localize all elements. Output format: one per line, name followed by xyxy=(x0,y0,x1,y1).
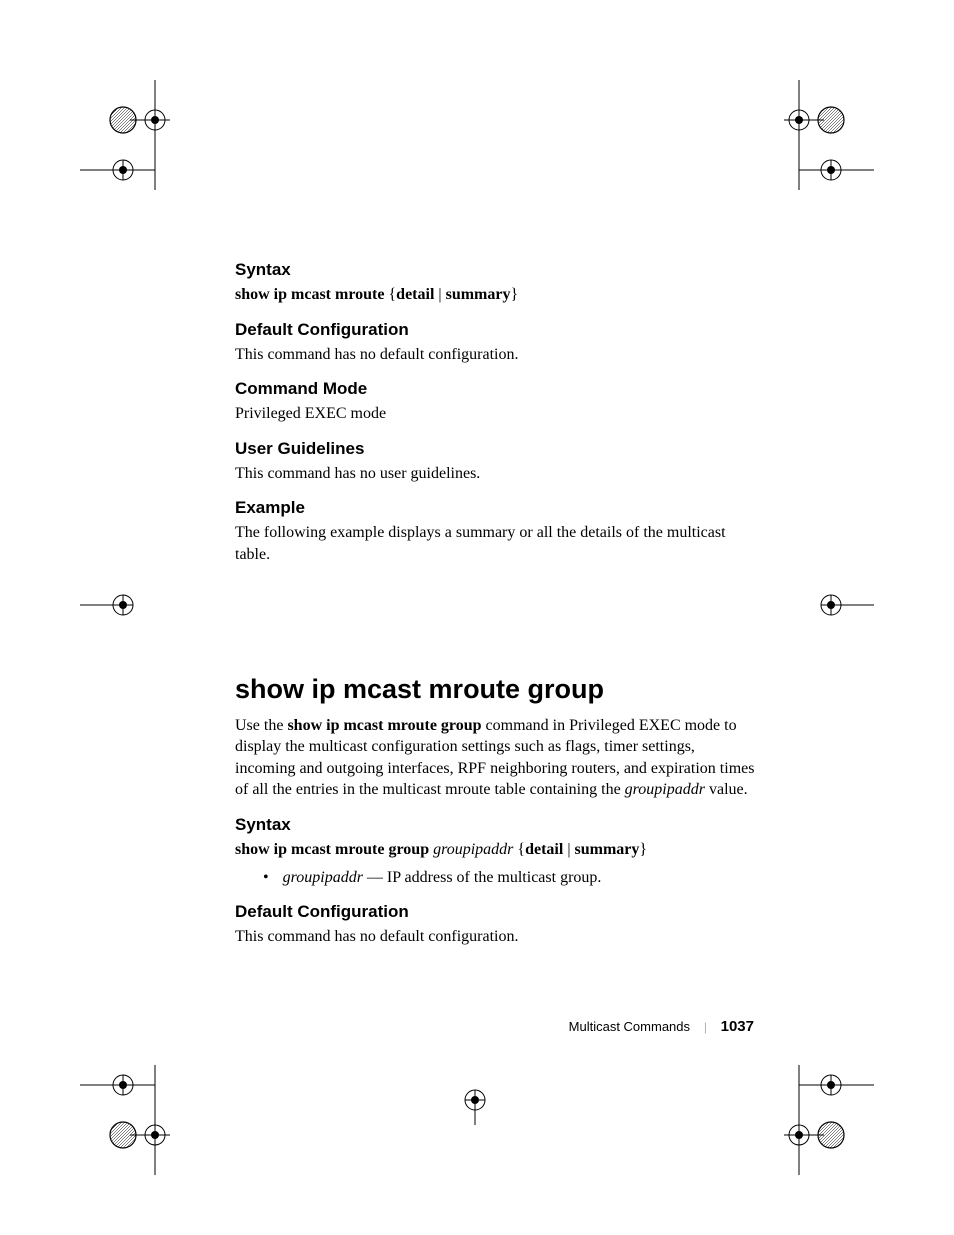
crop-mark-top-left xyxy=(80,80,170,190)
cmd-bold-1: show ip mcast mroute xyxy=(235,286,384,303)
example-text: The following example displays a summary… xyxy=(235,522,755,565)
syntax-command-1: show ip mcast mroute {detail | summary} xyxy=(235,284,755,306)
footer-separator: | xyxy=(704,1019,707,1035)
syntax-heading-1: Syntax xyxy=(235,260,755,280)
footer-section-title: Multicast Commands xyxy=(569,1019,690,1034)
default-config-text-1: This command has no default configuratio… xyxy=(235,344,755,366)
crop-mark-bottom-right xyxy=(784,1065,874,1175)
user-guidelines-heading: User Guidelines xyxy=(235,439,755,459)
page-footer: Multicast Commands | 1037 xyxy=(569,1018,754,1035)
bullet-icon: • xyxy=(263,867,269,889)
crop-mark-mid-left xyxy=(80,580,140,630)
syntax-heading-2: Syntax xyxy=(235,815,755,835)
user-guidelines-text: This command has no user guidelines. xyxy=(235,463,755,485)
command-title: show ip mcast mroute group xyxy=(235,674,755,705)
crop-mark-bottom-left xyxy=(80,1065,170,1175)
default-config-heading-2: Default Configuration xyxy=(235,902,755,922)
example-heading: Example xyxy=(235,498,755,518)
crop-mark-bottom-center xyxy=(445,1075,505,1125)
default-config-text-2: This command has no default configuratio… xyxy=(235,926,755,948)
syntax-bullet: • groupipaddr — IP address of the multic… xyxy=(263,867,755,889)
page-content: Syntax show ip mcast mroute {detail | su… xyxy=(235,260,755,952)
command-mode-text: Privileged EXEC mode xyxy=(235,403,755,425)
default-config-heading-1: Default Configuration xyxy=(235,320,755,340)
command-intro: Use the show ip mcast mroute group comma… xyxy=(235,715,755,801)
command-mode-heading: Command Mode xyxy=(235,379,755,399)
crop-mark-mid-right xyxy=(814,580,874,630)
footer-page-number: 1037 xyxy=(721,1018,754,1035)
syntax-command-2: show ip mcast mroute group groupipaddr {… xyxy=(235,839,755,861)
crop-mark-top-right xyxy=(784,80,874,190)
